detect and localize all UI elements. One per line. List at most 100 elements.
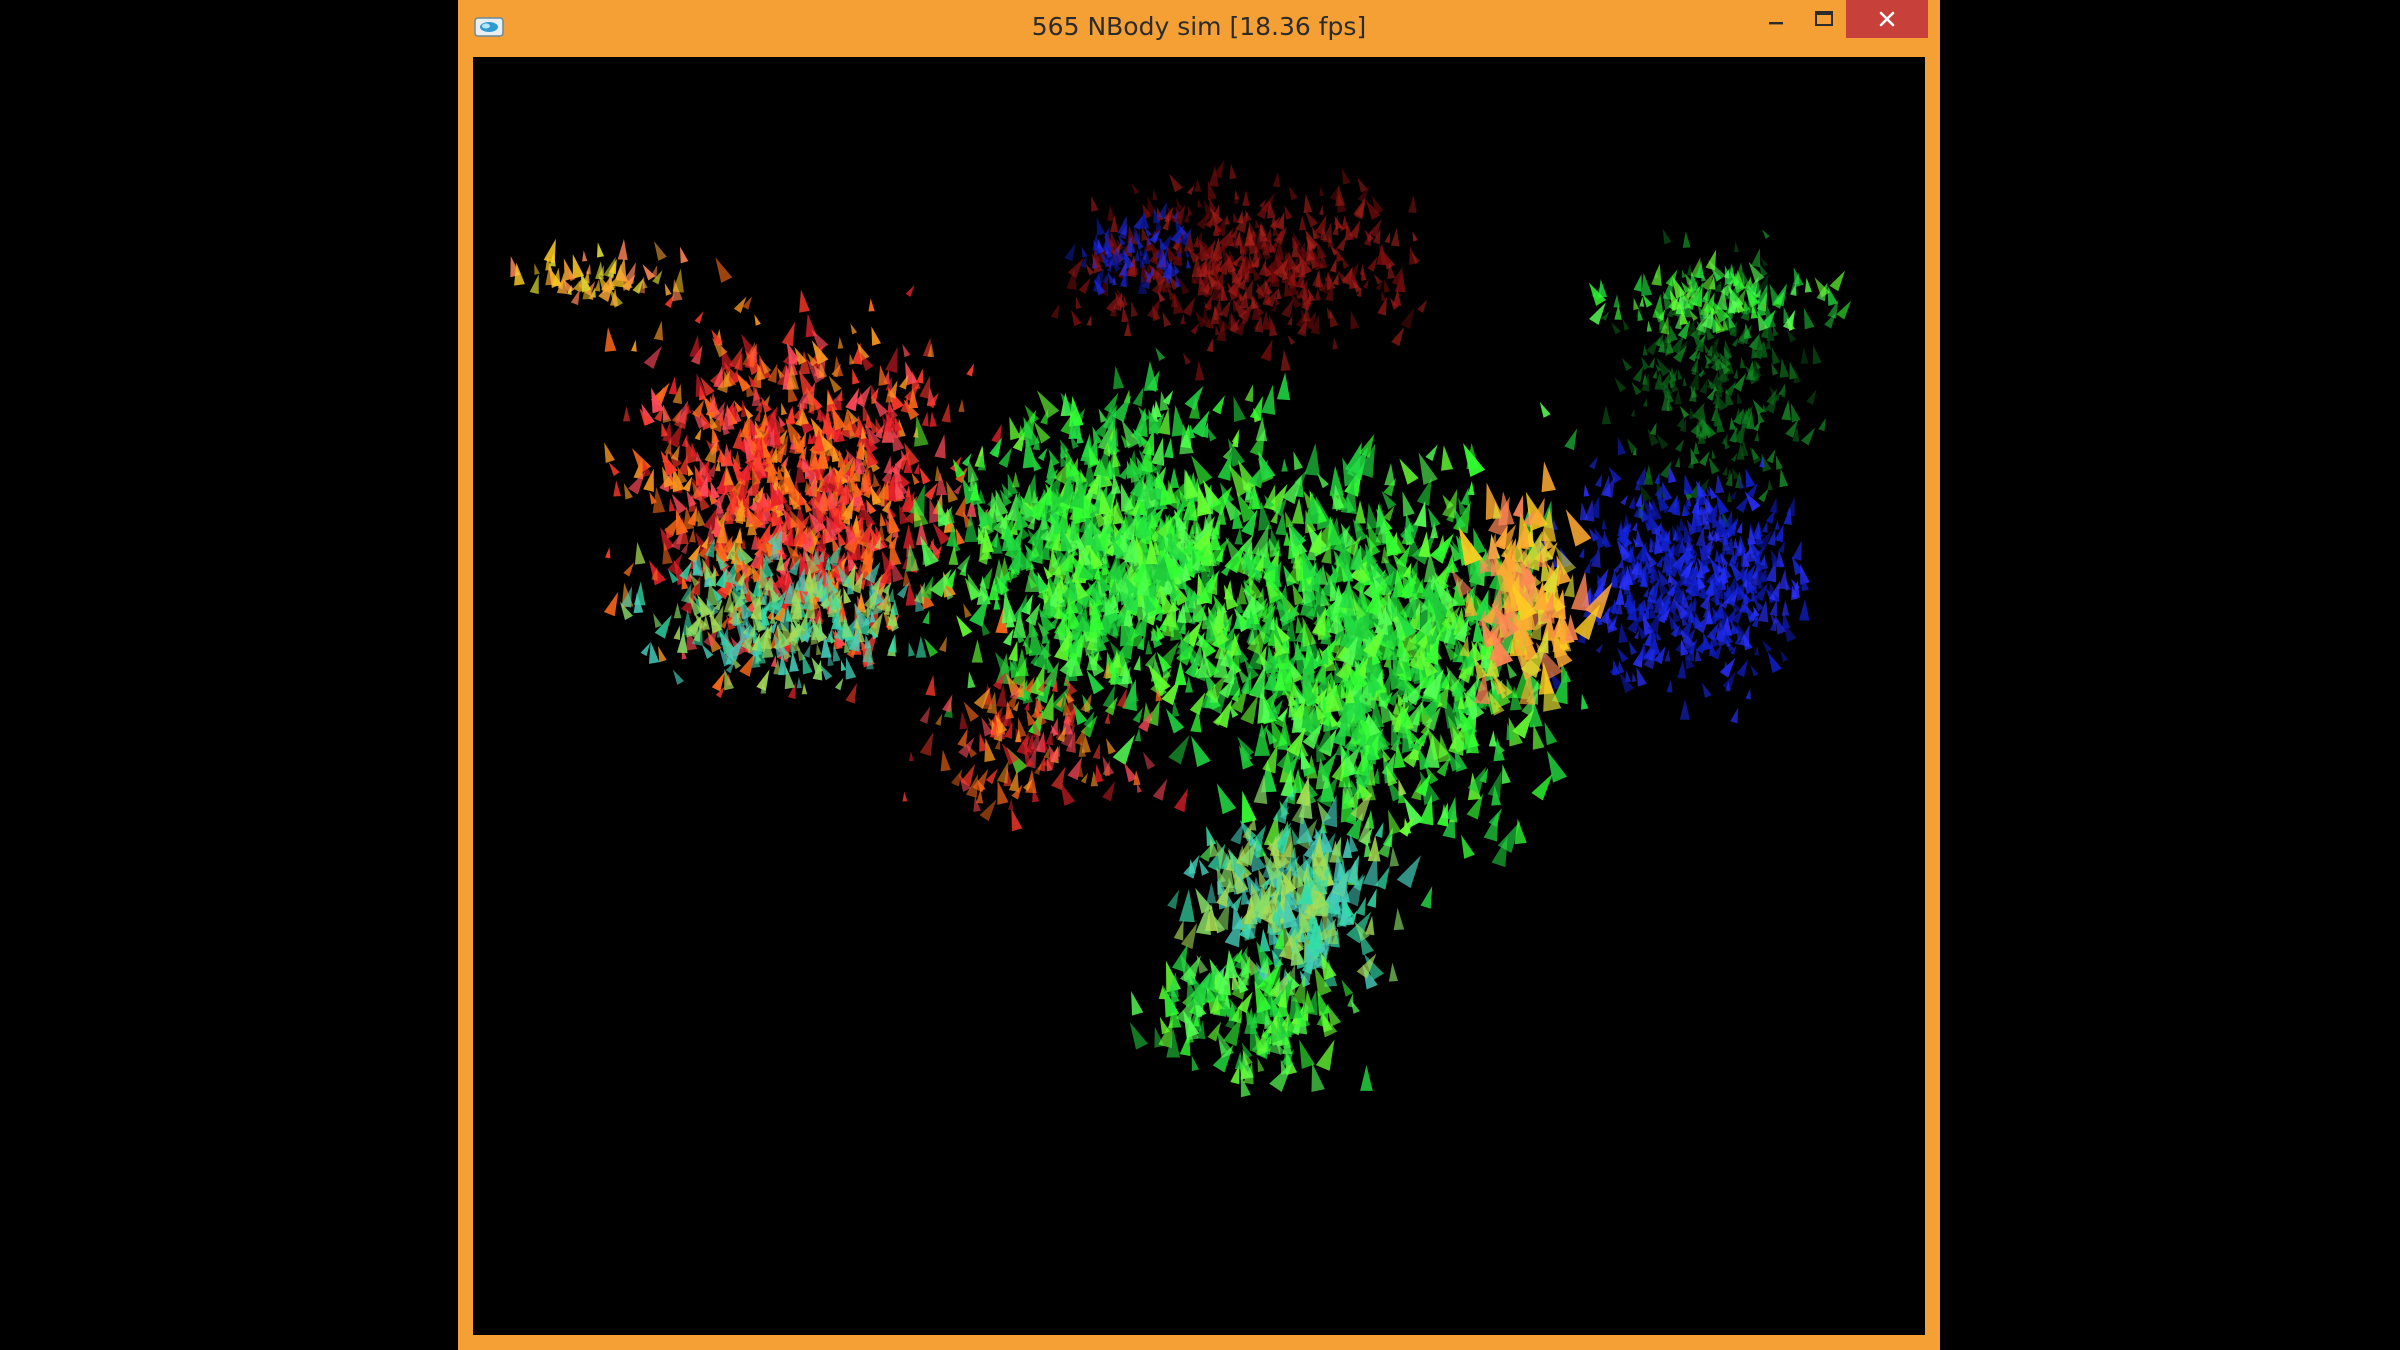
particle <box>1281 298 1294 318</box>
particle <box>1336 235 1347 252</box>
window-title: 565 NBody sim [18.36 fps] <box>1031 12 1367 41</box>
particle <box>1255 218 1260 229</box>
particle <box>1276 372 1291 401</box>
title-bar[interactable]: 565 NBody sim [18.36 fps] <box>458 0 1940 57</box>
particle <box>1195 360 1205 381</box>
particle <box>826 390 834 406</box>
particle <box>841 660 847 672</box>
particle <box>1132 386 1144 407</box>
particle <box>1628 496 1635 510</box>
particle <box>1197 198 1202 208</box>
particle <box>1506 661 1518 679</box>
particle <box>1648 357 1655 369</box>
particle <box>1750 665 1759 677</box>
particle <box>1632 521 1638 532</box>
particle <box>596 242 605 258</box>
particle <box>1745 688 1751 700</box>
particle <box>1541 461 1556 493</box>
particle <box>956 554 971 573</box>
particle <box>1662 551 1668 562</box>
particle <box>1081 246 1088 258</box>
particle <box>1588 456 1599 470</box>
particle <box>1186 184 1195 196</box>
particle <box>908 642 916 657</box>
maximize-button[interactable] <box>1800 0 1848 38</box>
particle <box>1769 497 1777 514</box>
particle <box>1096 217 1106 236</box>
particle <box>903 524 915 549</box>
particle <box>873 472 880 488</box>
particle <box>1687 456 1694 469</box>
particle <box>911 472 920 485</box>
particle <box>1086 315 1092 326</box>
particle <box>1617 437 1626 456</box>
particle <box>1621 357 1632 371</box>
particle <box>1332 272 1339 286</box>
particle <box>1736 392 1743 405</box>
particle <box>1786 329 1797 343</box>
particle <box>938 636 947 653</box>
particle <box>1704 343 1710 354</box>
particle <box>1601 405 1611 425</box>
particle <box>1682 231 1691 248</box>
particle <box>1288 185 1298 201</box>
particle <box>623 562 634 577</box>
particle <box>796 676 803 689</box>
particle <box>1798 598 1810 621</box>
particle <box>1182 352 1192 366</box>
particle <box>1710 370 1719 389</box>
particle <box>1583 560 1591 574</box>
particle <box>1767 651 1782 673</box>
particle <box>1367 256 1378 272</box>
particle <box>686 463 694 477</box>
particle <box>1341 256 1350 269</box>
particle <box>1766 449 1776 464</box>
particle <box>956 615 973 638</box>
particle <box>1229 163 1237 180</box>
particle <box>959 711 969 730</box>
particle <box>929 411 937 427</box>
particle <box>1608 466 1622 484</box>
particle <box>1408 194 1417 213</box>
minimize-button[interactable] <box>1752 0 1800 38</box>
particle <box>820 664 833 681</box>
particle <box>971 639 983 663</box>
particle <box>941 402 951 423</box>
particle <box>1539 401 1551 418</box>
particle <box>957 728 968 748</box>
particle <box>723 465 734 486</box>
particle <box>1425 444 1438 462</box>
particle <box>1390 227 1400 247</box>
particle <box>1780 649 1789 663</box>
particle <box>689 528 696 543</box>
particle <box>1112 734 1135 765</box>
particle <box>1701 682 1712 699</box>
particle <box>1196 211 1211 230</box>
particle <box>1632 672 1637 683</box>
particle <box>1233 396 1246 423</box>
particle <box>1193 235 1200 248</box>
particle <box>885 346 898 373</box>
particle <box>1699 378 1708 395</box>
particle <box>1654 472 1660 485</box>
particle <box>1790 403 1801 423</box>
particle <box>1102 781 1116 802</box>
particle <box>1303 194 1313 213</box>
particle <box>1774 519 1780 530</box>
particle <box>1104 712 1111 724</box>
particle <box>668 376 678 395</box>
particle <box>1467 480 1475 496</box>
particle <box>1142 751 1156 770</box>
simulation-viewport[interactable] <box>473 57 1925 1335</box>
particle <box>1389 846 1400 867</box>
particle <box>1207 426 1217 442</box>
particle <box>1417 299 1428 313</box>
particle <box>1366 888 1377 908</box>
particle <box>1134 727 1142 742</box>
particle <box>966 363 975 377</box>
close-button[interactable] <box>1846 0 1928 38</box>
particle <box>825 627 833 643</box>
particle <box>1384 522 1403 557</box>
particle <box>955 527 965 546</box>
particle <box>1179 889 1195 923</box>
